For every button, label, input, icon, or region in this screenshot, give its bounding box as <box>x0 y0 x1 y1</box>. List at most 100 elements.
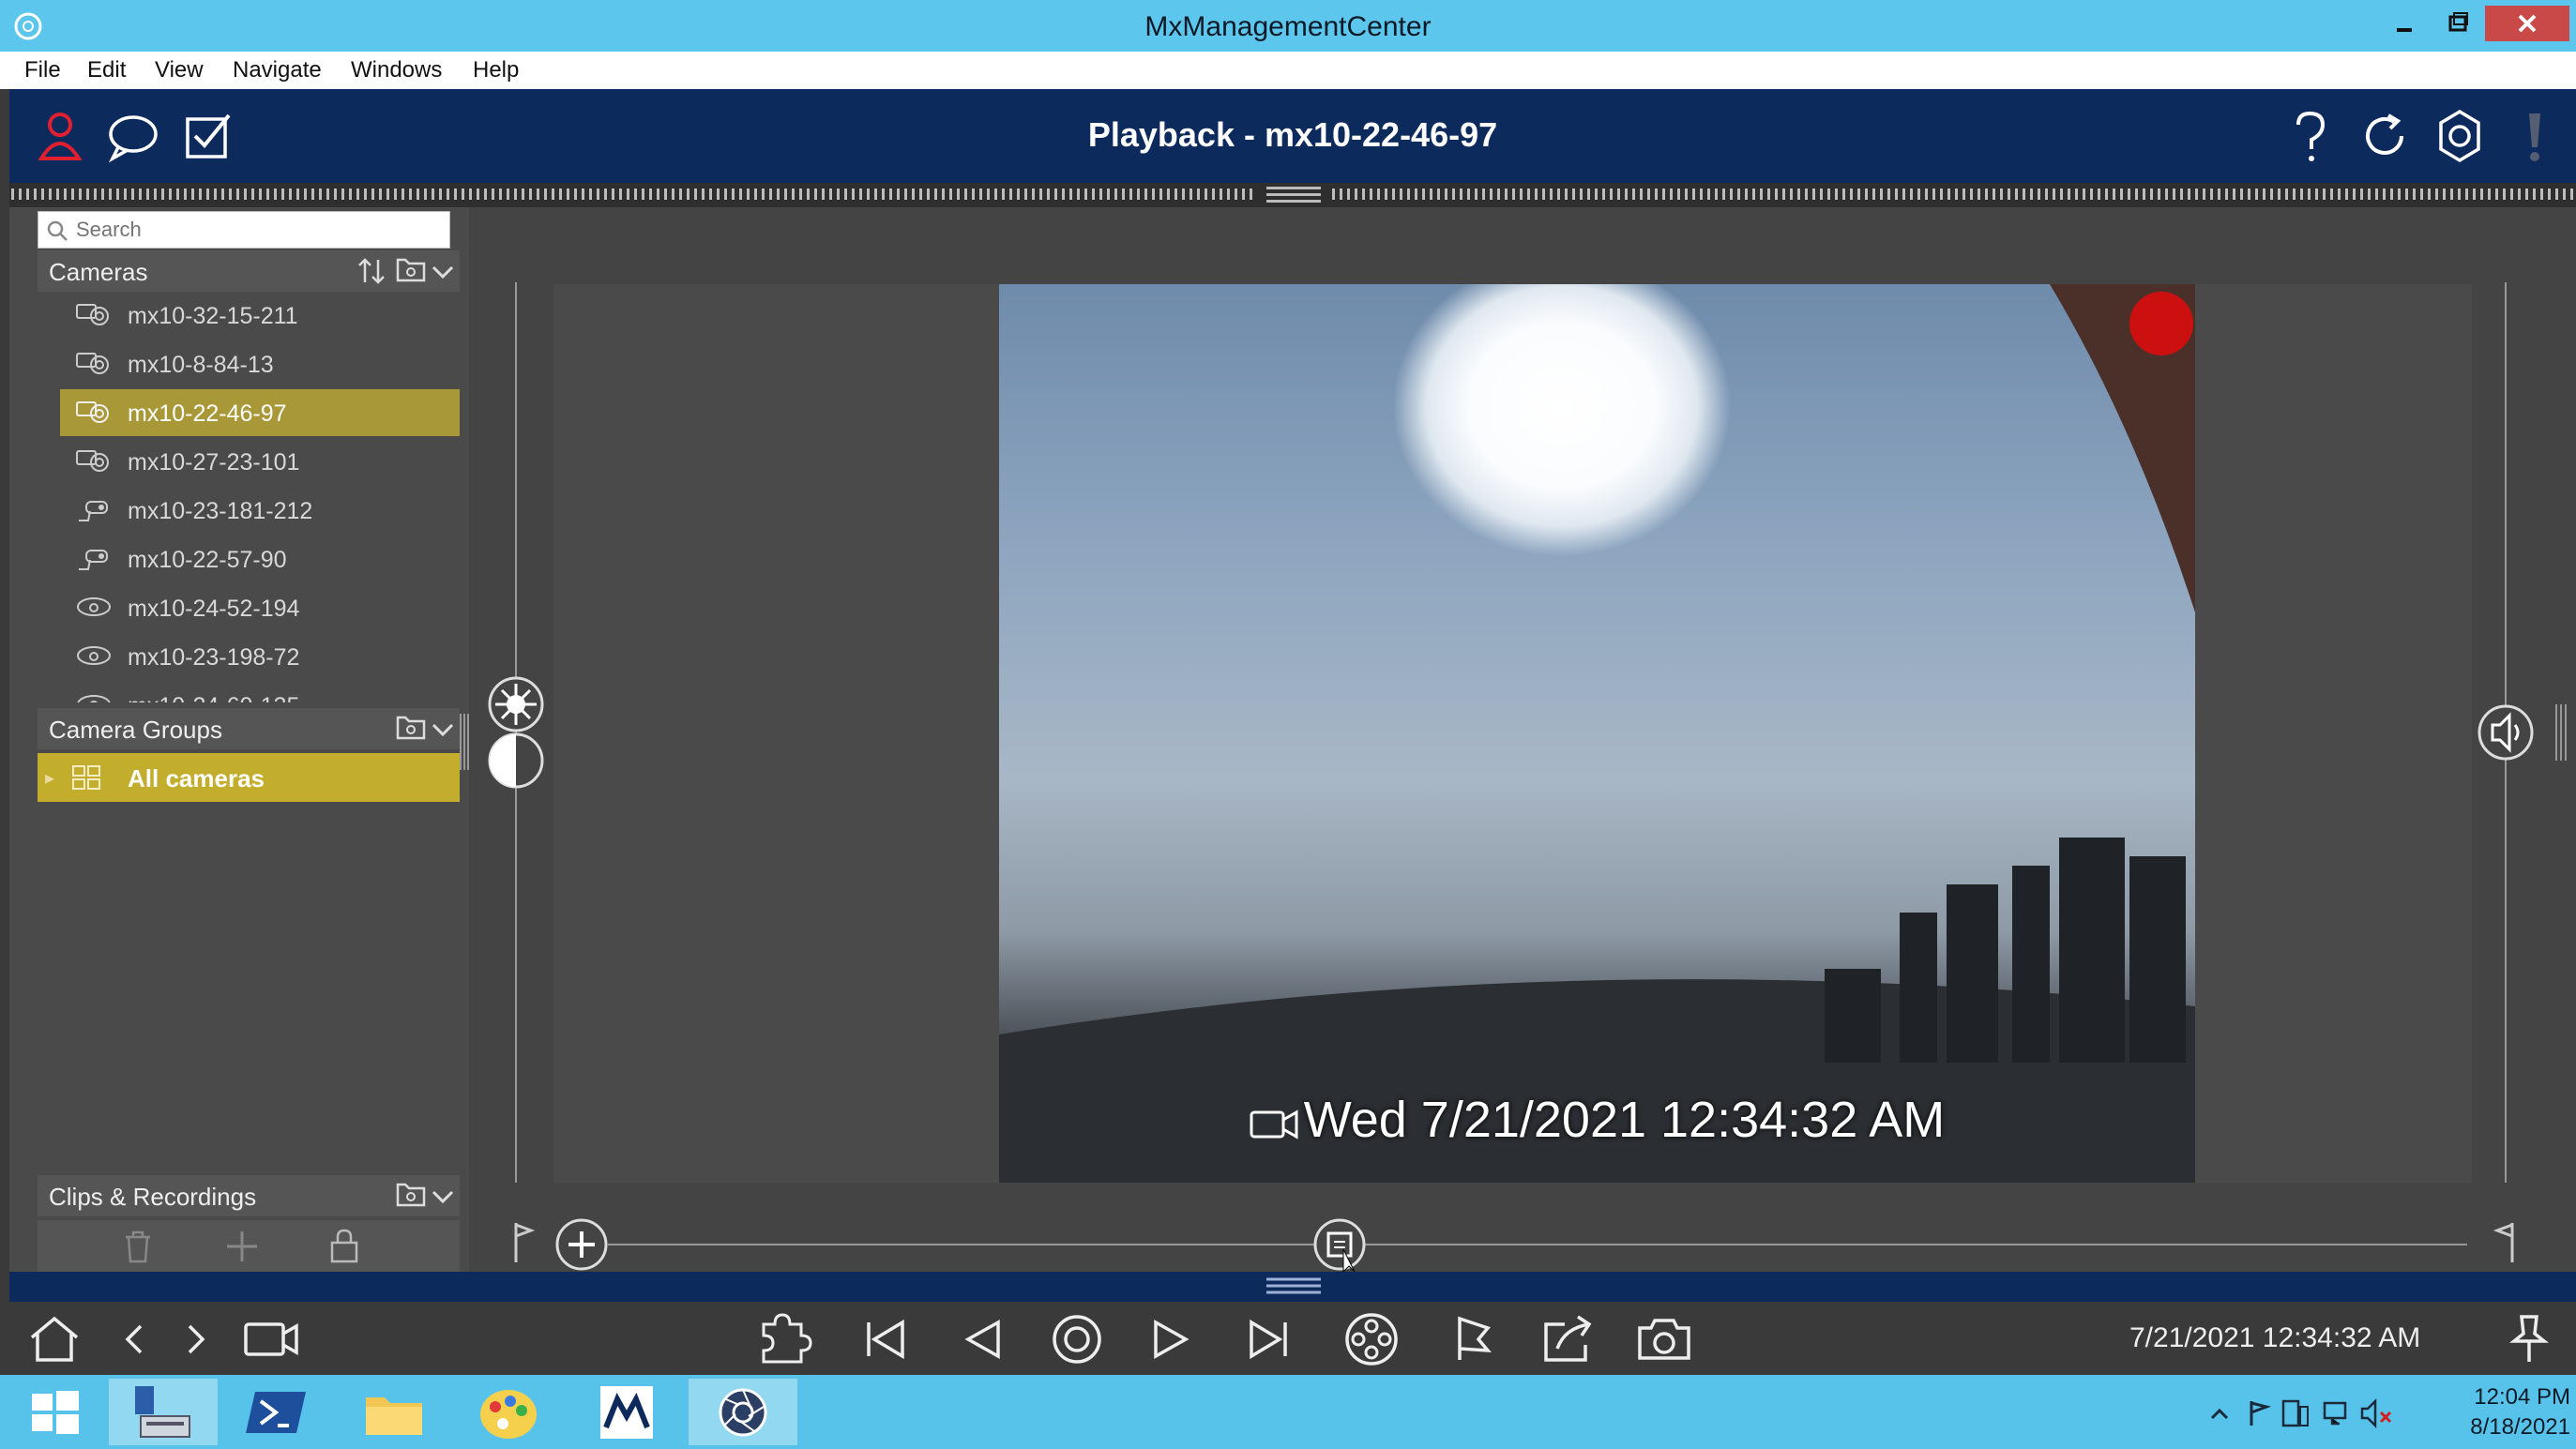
camera-list-item[interactable]: mx10-24-52-194 <box>60 584 460 631</box>
cameras-section-header[interactable]: Cameras <box>38 250 460 292</box>
server-manager-icon <box>135 1386 190 1438</box>
right-panel-resize-handle-icon[interactable] <box>2555 704 2567 761</box>
trash-icon[interactable] <box>122 1230 154 1263</box>
chevron-down-icon[interactable] <box>430 1181 456 1211</box>
menu-edit[interactable]: Edit <box>87 57 126 83</box>
snapshot-camera-icon[interactable] <box>1634 1311 1694 1367</box>
taskbar-mobotix-app[interactable] <box>572 1379 681 1445</box>
refresh-icon[interactable] <box>2355 106 2415 166</box>
camera-group-item[interactable]: ▸ All cameras <box>38 753 460 802</box>
forward-arrow-icon[interactable] <box>165 1311 225 1367</box>
folder-icon[interactable] <box>394 1181 428 1211</box>
menu-file[interactable]: File <box>24 57 61 83</box>
left-vertical-slider[interactable] <box>469 282 553 1183</box>
app-header: Playback - mx10-22-46-97 <box>9 89 2576 183</box>
taskbar-server-manager[interactable] <box>109 1379 218 1445</box>
camera-list-item[interactable]: mx10-24-60-135 <box>60 682 460 702</box>
menu-help[interactable]: Help <box>473 57 519 83</box>
search-input[interactable] <box>76 216 442 244</box>
folder-icon[interactable] <box>394 714 428 744</box>
home-icon[interactable] <box>24 1311 84 1367</box>
camera-view-icon[interactable] <box>242 1311 302 1367</box>
film-reel-icon[interactable] <box>1341 1311 1402 1367</box>
expand-arrow-icon[interactable]: ▸ <box>45 766 54 790</box>
volume-muted-icon[interactable] <box>2360 1397 2392 1429</box>
skip-to-end-icon[interactable] <box>1238 1311 1298 1367</box>
settings-gear-icon[interactable] <box>2430 106 2490 166</box>
camera-list-item[interactable]: mx10-27-23-101 <box>60 438 460 485</box>
clips-toolbar <box>38 1220 460 1272</box>
timeline-track[interactable] <box>469 1217 2576 1274</box>
ruler-ticks <box>9 183 2576 207</box>
device-icon[interactable] <box>2281 1399 2309 1427</box>
puzzle-icon[interactable] <box>752 1311 812 1367</box>
camera-list-item[interactable]: mx10-23-198-72 <box>60 633 460 680</box>
timeline <box>469 1217 2576 1274</box>
page-title: Playback - mx10-22-46-97 <box>1087 115 1498 154</box>
camera-list-item[interactable]: mx10-23-181-212 <box>60 487 460 534</box>
chevron-down-icon[interactable] <box>430 714 456 744</box>
taskbar-powershell[interactable] <box>223 1379 332 1445</box>
start-button[interactable] <box>0 1379 109 1445</box>
zoom-in-icon[interactable] <box>555 1218 608 1271</box>
camera-name: mx10-27-23-101 <box>128 449 300 475</box>
notification-icon[interactable] <box>2505 106 2565 166</box>
volume-icon[interactable] <box>2478 704 2534 761</box>
end-flag-icon[interactable] <box>2493 1223 2514 1262</box>
menu-view[interactable]: View <box>155 57 204 83</box>
help-icon[interactable] <box>2280 106 2340 166</box>
taskbar-file-explorer[interactable] <box>340 1379 448 1445</box>
timeline-cursor-icon[interactable] <box>1313 1218 1366 1271</box>
clips-section-header[interactable]: Clips & Recordings <box>38 1175 460 1216</box>
contrast-icon[interactable] <box>488 732 544 789</box>
menu-navigate[interactable]: Navigate <box>233 57 322 83</box>
export-icon[interactable] <box>1538 1311 1599 1367</box>
bookmark-flag-icon[interactable] <box>1445 1311 1505 1367</box>
camera-list-item[interactable]: mx10-32-15-211 <box>60 292 460 339</box>
chevron-down-icon[interactable] <box>430 256 456 286</box>
sidebar: Cameras mx10-32-15-211 mx10-8-84-13 mx10… <box>9 207 469 1272</box>
dome-camera-icon <box>77 646 111 665</box>
add-icon[interactable] <box>225 1230 259 1263</box>
tray-expand-icon[interactable] <box>2210 1408 2229 1420</box>
network-icon[interactable] <box>2323 1401 2347 1426</box>
system-clock[interactable]: 12:04 PM 8/18/2021 <box>2411 1382 2570 1442</box>
restore-button[interactable] <box>2432 6 2484 41</box>
menu-windows[interactable]: Windows <box>351 57 442 83</box>
clock-time: 12:04 PM <box>2474 1384 2570 1410</box>
back-arrow-icon[interactable] <box>105 1311 165 1367</box>
camera-name: mx10-24-52-194 <box>128 596 300 622</box>
bottom-splitter[interactable] <box>9 1272 2576 1302</box>
play-forward-icon[interactable] <box>1141 1311 1201 1367</box>
menu-bar: File Edit View Navigate Windows Help <box>0 52 2576 89</box>
action-center-flag-icon[interactable] <box>2250 1401 2272 1426</box>
start-flag-icon[interactable] <box>514 1223 536 1262</box>
right-vertical-slider[interactable] <box>2472 282 2576 1183</box>
skip-to-start-icon[interactable] <box>856 1311 916 1367</box>
playback-toolbar: 7/21/2021 12:34:32 AM <box>0 1302 2576 1375</box>
grid-icon <box>72 765 100 790</box>
play-backward-icon[interactable] <box>953 1311 1013 1367</box>
camera-name: mx10-32-15-211 <box>128 303 298 329</box>
lock-icon[interactable] <box>328 1228 360 1263</box>
camera-list-item-selected[interactable]: mx10-22-46-97 <box>60 389 460 436</box>
camera-list-item[interactable]: mx10-8-84-13 <box>60 340 460 387</box>
camera-groups-section-header[interactable]: Camera Groups <box>38 708 460 749</box>
splitter-handle-icon[interactable] <box>9 1272 2576 1302</box>
camera-list-item[interactable]: mx10-22-57-90 <box>60 536 460 582</box>
taskbar-paint[interactable] <box>454 1379 563 1445</box>
ruler-drag-handle-icon[interactable] <box>1266 187 1321 203</box>
video-frame[interactable]: Wed 7/21/2021 12:34:32 AM <box>999 284 2195 1183</box>
pin-icon[interactable] <box>2499 1311 2559 1367</box>
system-tray[interactable] <box>2205 1394 2411 1431</box>
minimize-button[interactable] <box>2378 6 2431 41</box>
close-button[interactable] <box>2485 6 2569 41</box>
sort-icon[interactable] <box>356 256 386 286</box>
camera-name: mx10-24-60-135 <box>128 693 299 702</box>
search-icon <box>47 220 68 241</box>
taskbar-mxmc[interactable] <box>689 1379 797 1445</box>
camera-icon <box>76 304 109 325</box>
stop-icon[interactable] <box>1047 1311 1107 1367</box>
brightness-icon[interactable] <box>488 676 544 732</box>
folder-icon[interactable] <box>394 256 428 286</box>
